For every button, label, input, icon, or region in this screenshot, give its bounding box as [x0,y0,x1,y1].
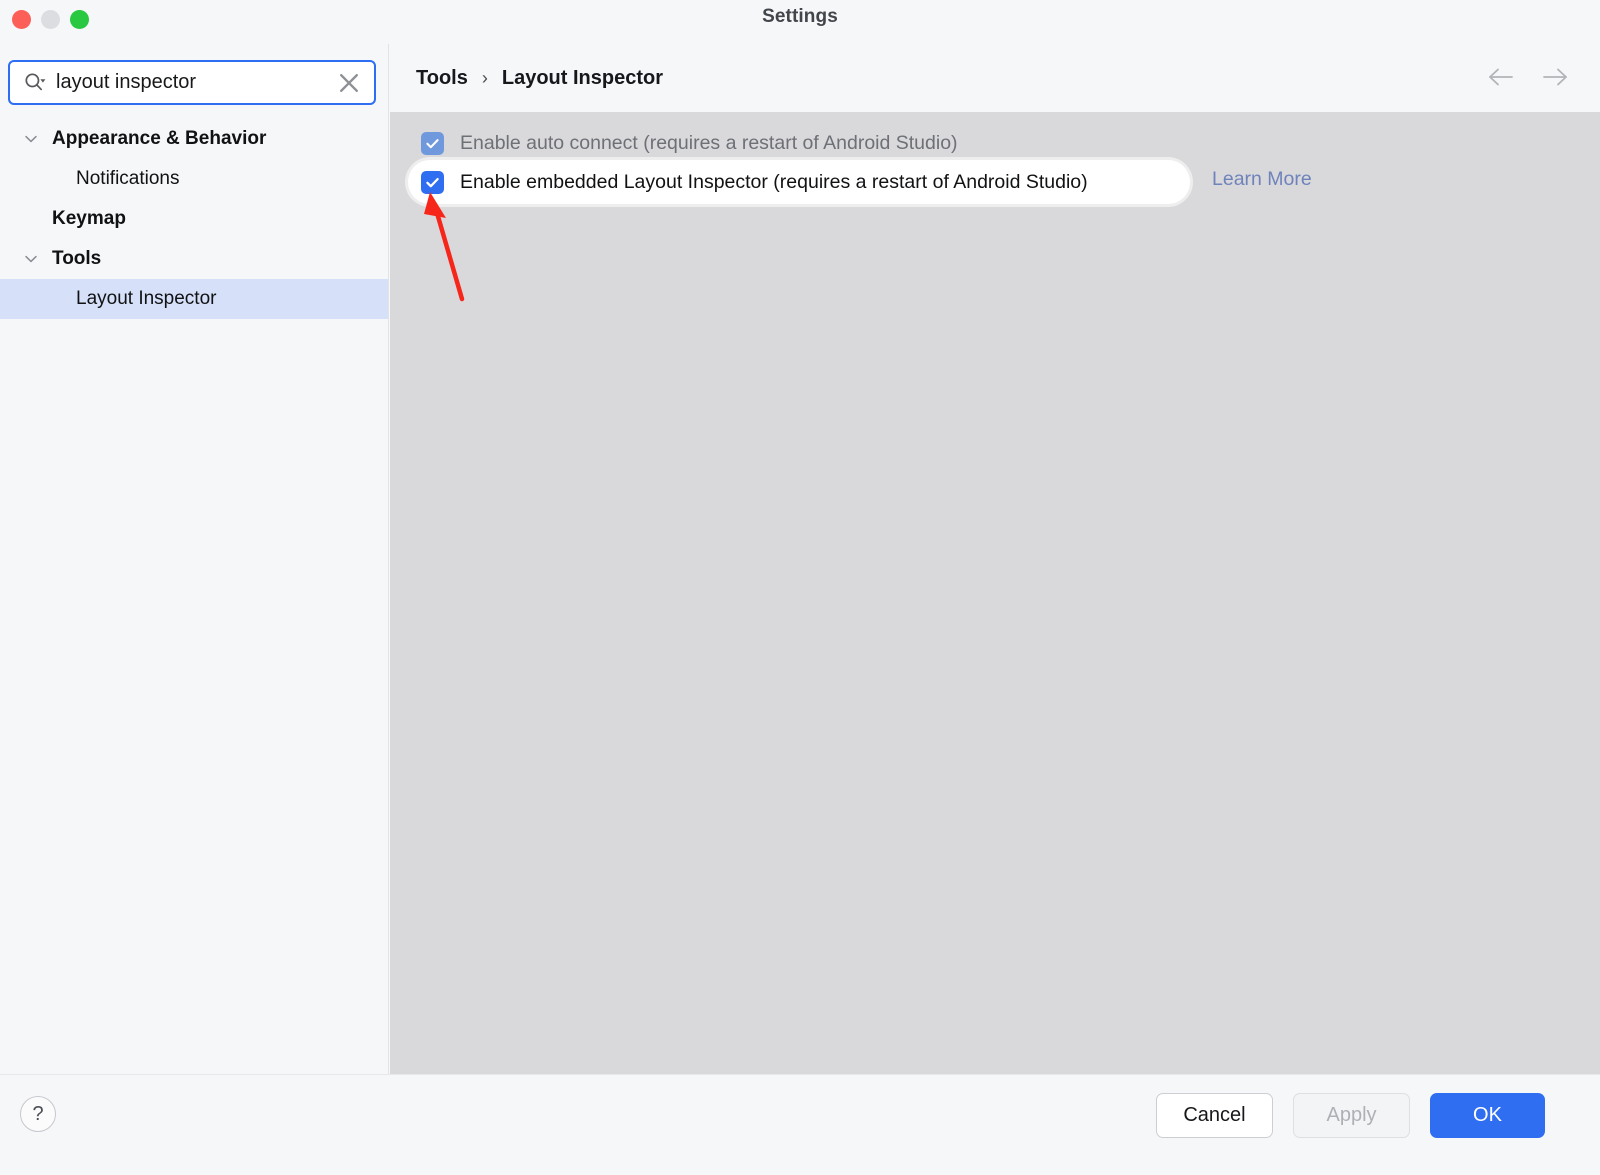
chevron-down-icon[interactable] [22,250,40,268]
settings-content: Tools › Layout Inspector [390,44,1600,1074]
arrow-right-icon[interactable] [1540,62,1570,92]
embedded-layout-inspector-option-row[interactable]: Enable embedded Layout Inspector (requir… [421,165,1088,199]
embedded-layout-inspector-label: Enable embedded Layout Inspector (requir… [460,171,1088,194]
window-title: Settings [0,6,1600,28]
title-bar: Settings [0,0,1600,44]
help-button[interactable]: ? [20,1096,56,1132]
search-input[interactable] [56,71,332,94]
auto-connect-checkbox [421,132,444,155]
sidebar-item-label: Appearance & Behavior [52,128,266,150]
dialog-footer: ? Cancel Apply OK [0,1074,1600,1175]
sidebar-item-keymap[interactable]: Keymap [0,199,388,239]
arrow-left-icon[interactable] [1486,62,1516,92]
settings-options-panel: Enable auto connect (requires a restart … [390,112,1600,1074]
chevron-down-icon[interactable] [22,130,40,148]
settings-window: Settings [0,0,1600,1175]
sidebar-item-appearance-behavior[interactable]: Appearance & Behavior [0,119,388,159]
cancel-button[interactable]: Cancel [1156,1093,1273,1138]
sidebar-item-tools[interactable]: Tools [0,239,388,279]
sidebar-item-label: Layout Inspector [76,288,216,310]
settings-sidebar: Appearance & Behavior Notifications Keym… [0,44,389,1074]
sidebar-item-layout-inspector[interactable]: Layout Inspector [0,279,388,319]
sidebar-item-notifications[interactable]: Notifications [0,159,388,199]
settings-tree: Appearance & Behavior Notifications Keym… [0,119,388,319]
search-field[interactable] [8,60,376,105]
dialog-actions: Cancel Apply OK [1156,1093,1545,1138]
breadcrumb-current: Layout Inspector [502,67,663,90]
embedded-layout-inspector-checkbox[interactable] [421,171,444,194]
sidebar-item-label: Tools [52,248,101,270]
auto-connect-label: Enable auto connect (requires a restart … [460,132,958,155]
breadcrumb: Tools › Layout Inspector [416,67,663,90]
sidebar-item-label: Keymap [52,208,126,230]
breadcrumb-parent[interactable]: Tools [416,67,468,90]
sidebar-item-label: Notifications [76,168,180,190]
learn-more-link[interactable]: Learn More [1212,168,1312,191]
apply-button: Apply [1293,1093,1410,1138]
auto-connect-option-row[interactable]: Enable auto connect (requires a restart … [421,126,958,160]
breadcrumb-separator-icon: › [482,68,488,89]
clear-search-icon[interactable] [332,66,366,100]
search-icon[interactable] [24,72,48,94]
ok-button[interactable]: OK [1430,1093,1545,1138]
history-navigation [1486,62,1570,92]
content-header: Tools › Layout Inspector [390,44,1600,112]
